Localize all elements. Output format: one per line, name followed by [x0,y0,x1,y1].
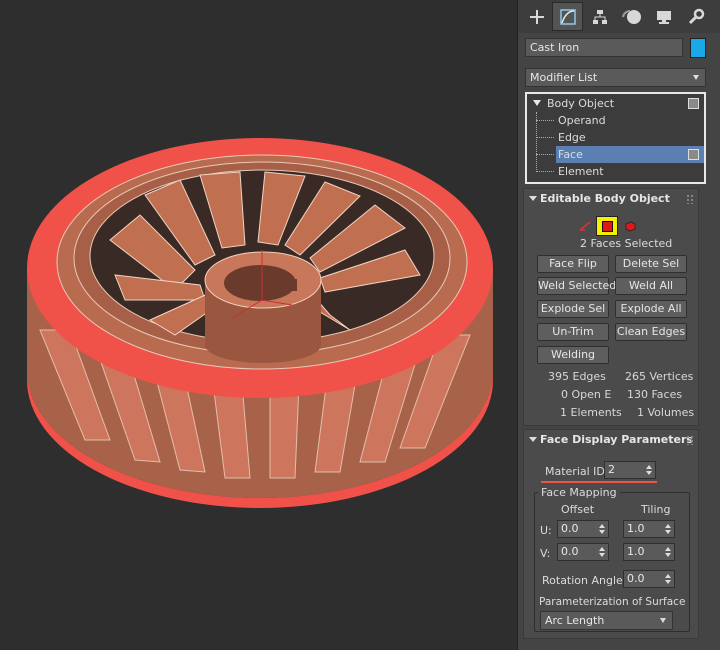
tab-modify[interactable] [552,2,583,31]
spinner-arrows-icon[interactable] [665,574,671,584]
parameterization-label: Parameterization of Surface [539,596,686,608]
utilities-icon [688,8,704,24]
edge-level-icon[interactable] [578,219,592,233]
chevron-down-icon [660,618,666,623]
stack-item-operand[interactable]: Operand [527,112,704,129]
material-id-spinner[interactable]: 2 [604,461,656,479]
material-id-value: 2 [608,463,615,476]
offset-label: Offset [561,503,595,516]
tab-display[interactable] [648,2,679,31]
stack-item-label: Face [558,148,583,161]
element-level-icon[interactable] [623,219,637,233]
viewport[interactable] [0,0,517,650]
rotation-angle-spinner[interactable]: 0.0 [623,570,675,588]
collapse-triangle-icon [529,437,537,442]
rotation-angle-label: Rotation Angle: [542,574,627,587]
modifier-list-label: Modifier List [530,71,598,84]
u-tiling-value: 1.0 [627,522,645,535]
selection-status: 2 Faces Selected [580,237,673,250]
clean-edges-button[interactable]: Clean Edges [615,323,687,341]
rotation-angle-value: 0.0 [627,572,645,585]
stack-item-edge[interactable]: Edge [527,129,704,146]
v-offset-value: 0.0 [561,545,579,558]
tiling-label: Tiling [641,503,671,516]
explode-sel-button[interactable]: Explode Sel [537,300,609,318]
spinner-arrows-icon[interactable] [665,547,671,557]
modify-icon [559,8,576,25]
explode-all-button[interactable]: Explode All [615,300,687,318]
delete-sel-button[interactable]: Delete Sel [615,255,687,273]
v-tiling-value: 1.0 [627,545,645,558]
tab-hierarchy[interactable] [584,2,615,31]
stat-open-edges: 0 Open E [561,388,612,401]
u-offset-spinner[interactable]: 0.0 [557,520,609,538]
stack-visibility-icon[interactable] [688,98,699,109]
display-icon [656,10,671,24]
rollout-title: Editable Body Object [540,192,670,205]
u-offset-value: 0.0 [561,522,579,535]
v-label: V: [540,547,551,560]
stat-volumes: 1 Volumes [637,406,695,419]
hierarchy-icon [592,9,607,24]
tab-create[interactable] [521,2,552,31]
rollout-header[interactable]: Editable Body Object [524,189,698,208]
editable-body-rollout: Editable Body Object 2 Faces Selected Fa… [523,188,699,426]
material-id-label: Material ID: [545,465,609,478]
un-trim-button[interactable]: Un-Trim [537,323,609,341]
stack-item-face[interactable]: Face [556,146,704,163]
rollout-header[interactable]: Face Display Parameters [524,430,698,449]
v-offset-spinner[interactable]: 0.0 [557,543,609,561]
welding-button[interactable]: Welding [537,346,609,364]
stack-item-element[interactable]: Element [527,163,704,180]
stack-item-body-object[interactable]: Body Object [527,95,704,112]
rollout-title: Face Display Parameters [540,433,693,446]
weld-selected-button[interactable]: Weld Selected [537,277,616,295]
grip-icon [686,194,694,204]
weld-all-button[interactable]: Weld All [615,277,687,295]
face-level-icon[interactable] [596,216,618,236]
impeller-model[interactable] [0,0,517,650]
parameterization-dropdown[interactable]: Arc Length [540,611,673,630]
command-tabs [518,0,720,33]
tab-motion[interactable] [616,2,647,31]
modifier-list-dropdown[interactable]: Modifier List [525,68,706,87]
stack-visibility-icon[interactable] [688,149,699,160]
spinner-arrows-icon[interactable] [599,547,605,557]
face-mapping-title: Face Mapping [538,487,620,499]
spinner-arrows-icon[interactable] [599,524,605,534]
stack-item-label: Operand [558,114,606,127]
stack-item-label: Edge [558,131,586,144]
command-panel: Cast Iron Modifier List Body Object Oper… [517,0,720,650]
motion-icon [621,9,641,24]
face-display-rollout: Face Display Parameters Material ID: 2 F… [523,429,699,639]
create-icon [529,9,544,24]
stack-item-label: Body Object [547,97,615,110]
spinner-arrows-icon[interactable] [646,465,652,475]
expand-triangle-icon [533,100,541,106]
stat-elements: 1 Elements [560,406,622,419]
v-tiling-spinner[interactable]: 1.0 [623,543,675,561]
stat-vertices: 265 Vertices [625,370,694,383]
face-mapping-group: Face Mapping Offset Tiling U: 0.0 1.0 V:… [534,487,690,632]
parameterization-value: Arc Length [545,614,605,627]
grip-icon [686,435,694,445]
stat-edges: 395 Edges [548,370,606,383]
face-flip-button[interactable]: Face Flip [537,255,609,273]
material-id-underline [541,481,657,483]
chevron-down-icon [693,75,699,80]
u-label: U: [540,524,552,537]
object-color-swatch[interactable] [690,38,706,58]
stack-item-label: Element [558,165,604,178]
tab-utilities[interactable] [680,2,711,31]
modifier-stack[interactable]: Body Object Operand Edge Face Element [525,92,706,184]
u-tiling-spinner[interactable]: 1.0 [623,520,675,538]
stat-faces: 130 Faces [627,388,683,401]
object-name-field[interactable]: Cast Iron [525,38,683,57]
spinner-arrows-icon[interactable] [665,524,671,534]
collapse-triangle-icon [529,196,537,201]
